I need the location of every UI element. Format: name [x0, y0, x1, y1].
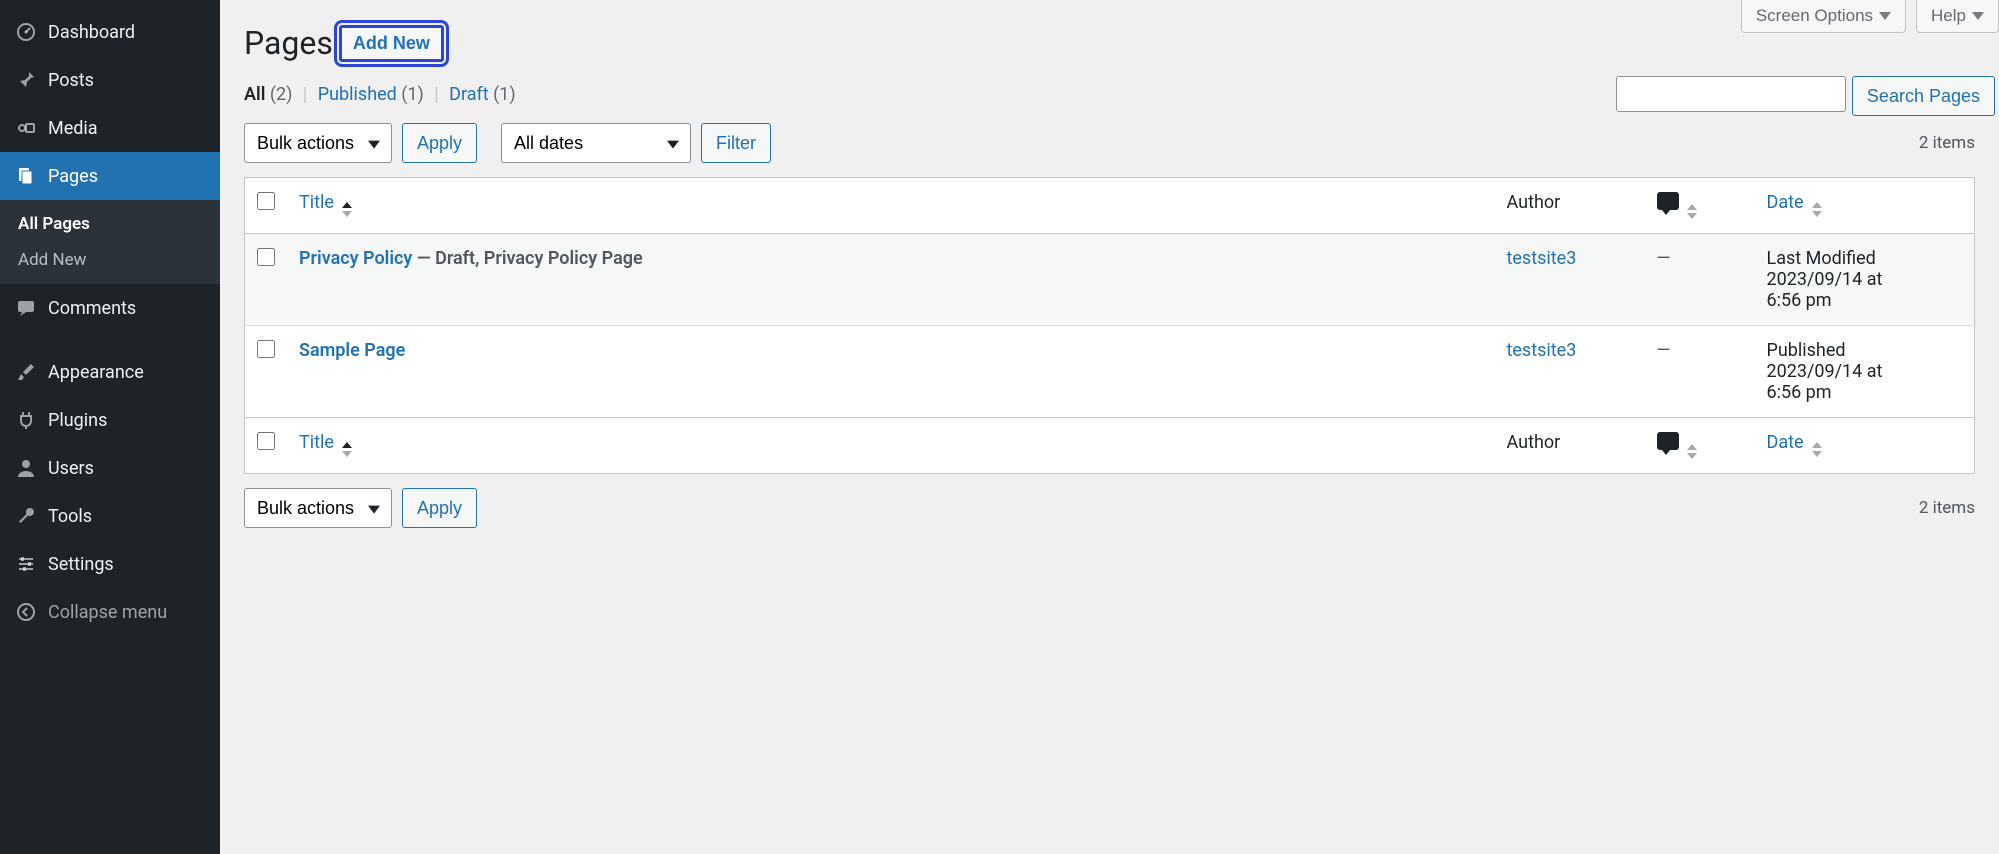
sidebar-item-pages[interactable]: Pages	[0, 152, 220, 200]
col-date-header[interactable]: Date	[1755, 178, 1975, 234]
sidebar-item-users[interactable]: Users	[0, 444, 220, 492]
collapse-icon	[14, 600, 38, 624]
sort-icon	[1812, 442, 1822, 457]
caret-down-icon	[1879, 12, 1891, 20]
filter-draft[interactable]: Draft (1)	[449, 84, 516, 105]
screen-options-label: Screen Options	[1756, 6, 1873, 26]
help-button[interactable]: Help	[1916, 0, 1999, 33]
comment-bubble-icon	[1657, 192, 1679, 210]
author-link[interactable]: testsite3	[1507, 340, 1577, 361]
submenu-all-pages[interactable]: All Pages	[0, 206, 220, 242]
sidebar-item-comments[interactable]: Comments	[0, 284, 220, 332]
sidebar-item-label: Comments	[48, 298, 136, 319]
col-author-footer: Author	[1495, 418, 1645, 474]
sidebar-item-appearance[interactable]: Appearance	[0, 348, 220, 396]
dashboard-icon	[14, 20, 38, 44]
sort-icon	[1812, 202, 1822, 217]
sidebar-item-plugins[interactable]: Plugins	[0, 396, 220, 444]
comments-count: —	[1657, 340, 1671, 361]
row-checkbox[interactable]	[257, 340, 275, 358]
comment-bubble-icon	[1657, 432, 1679, 450]
plug-icon	[14, 408, 38, 432]
bulk-actions-select-bottom[interactable]: Bulk actions	[244, 488, 392, 528]
top-right-controls: Screen Options Help	[1741, 0, 1999, 33]
table-row: Sample Page testsite3 — Published 2023/0…	[245, 326, 1975, 418]
col-title-header[interactable]: Title	[287, 178, 1495, 234]
table-row: Privacy Policy — Draft, Privacy Policy P…	[245, 234, 1975, 326]
sidebar-item-label: Settings	[48, 554, 114, 575]
date-cell: Published 2023/09/14 at 6:56 pm	[1755, 326, 1975, 418]
brush-icon	[14, 360, 38, 384]
collapse-menu[interactable]: Collapse menu	[0, 588, 220, 636]
sidebar-item-label: Media	[48, 118, 98, 139]
select-all-checkbox[interactable]	[257, 192, 275, 210]
items-count-bottom: 2 items	[1919, 498, 1975, 518]
filter-all[interactable]: All (2)	[244, 84, 297, 105]
comment-icon	[14, 296, 38, 320]
filter-published[interactable]: Published (1)	[318, 84, 429, 105]
sidebar-item-posts[interactable]: Posts	[0, 56, 220, 104]
post-state: — Draft, Privacy Policy Page	[417, 248, 643, 269]
sidebar-item-media[interactable]: Media	[0, 104, 220, 152]
sidebar-item-label: Posts	[48, 70, 94, 91]
comments-count: —	[1657, 248, 1671, 269]
sidebar-item-label: Dashboard	[48, 22, 135, 43]
col-author-header: Author	[1495, 178, 1645, 234]
media-icon	[14, 116, 38, 140]
wrench-icon	[14, 504, 38, 528]
sidebar-item-label: Appearance	[48, 362, 144, 383]
collapse-label: Collapse menu	[48, 602, 167, 623]
select-all-checkbox-bottom[interactable]	[257, 432, 275, 450]
sliders-icon	[14, 552, 38, 576]
filter-button[interactable]: Filter	[701, 123, 771, 163]
col-comments-footer[interactable]	[1645, 418, 1755, 474]
row-checkbox[interactable]	[257, 248, 275, 266]
col-title-footer[interactable]: Title	[287, 418, 1495, 474]
sidebar-item-label: Pages	[48, 166, 98, 187]
bulk-actions-select[interactable]: Bulk actions	[244, 123, 392, 163]
items-count: 2 items	[1919, 133, 1975, 153]
help-label: Help	[1931, 6, 1966, 26]
sidebar-item-settings[interactable]: Settings	[0, 540, 220, 588]
search-input[interactable]	[1616, 76, 1846, 112]
pin-icon	[14, 68, 38, 92]
sort-icon	[342, 442, 352, 457]
col-comments-header[interactable]	[1645, 178, 1755, 234]
search-pages-button[interactable]: Search Pages	[1852, 76, 1995, 116]
sidebar-item-label: Tools	[48, 506, 92, 527]
author-link[interactable]: testsite3	[1507, 248, 1577, 269]
sort-icon	[1687, 204, 1697, 219]
sort-icon	[1687, 444, 1697, 459]
date-cell: Last Modified 2023/09/14 at 6:56 pm	[1755, 234, 1975, 326]
date-filter-select[interactable]: All dates	[501, 123, 691, 163]
apply-button[interactable]: Apply	[402, 123, 477, 163]
col-date-footer[interactable]: Date	[1755, 418, 1975, 474]
main-content: Screen Options Help Pages Add New Search…	[220, 0, 1999, 854]
page-title: Pages	[244, 24, 333, 62]
submenu-add-new[interactable]: Add New	[0, 242, 220, 278]
pages-table: Title Author Date	[244, 177, 1975, 474]
add-new-button[interactable]: Add New	[339, 25, 444, 62]
pages-submenu: All Pages Add New	[0, 200, 220, 284]
sidebar-item-label: Users	[48, 458, 94, 479]
admin-sidebar: Dashboard Posts Media Pages All Pages Ad…	[0, 0, 220, 854]
caret-down-icon	[1972, 12, 1984, 20]
sidebar-item-tools[interactable]: Tools	[0, 492, 220, 540]
sidebar-item-label: Plugins	[48, 410, 107, 431]
screen-options-button[interactable]: Screen Options	[1741, 0, 1906, 33]
user-icon	[14, 456, 38, 480]
row-title-link[interactable]: Sample Page	[299, 340, 405, 361]
sidebar-item-dashboard[interactable]: Dashboard	[0, 8, 220, 56]
sort-icon	[342, 202, 352, 217]
apply-button-bottom[interactable]: Apply	[402, 488, 477, 528]
row-title-link[interactable]: Privacy Policy	[299, 248, 412, 269]
pages-icon	[14, 164, 38, 188]
